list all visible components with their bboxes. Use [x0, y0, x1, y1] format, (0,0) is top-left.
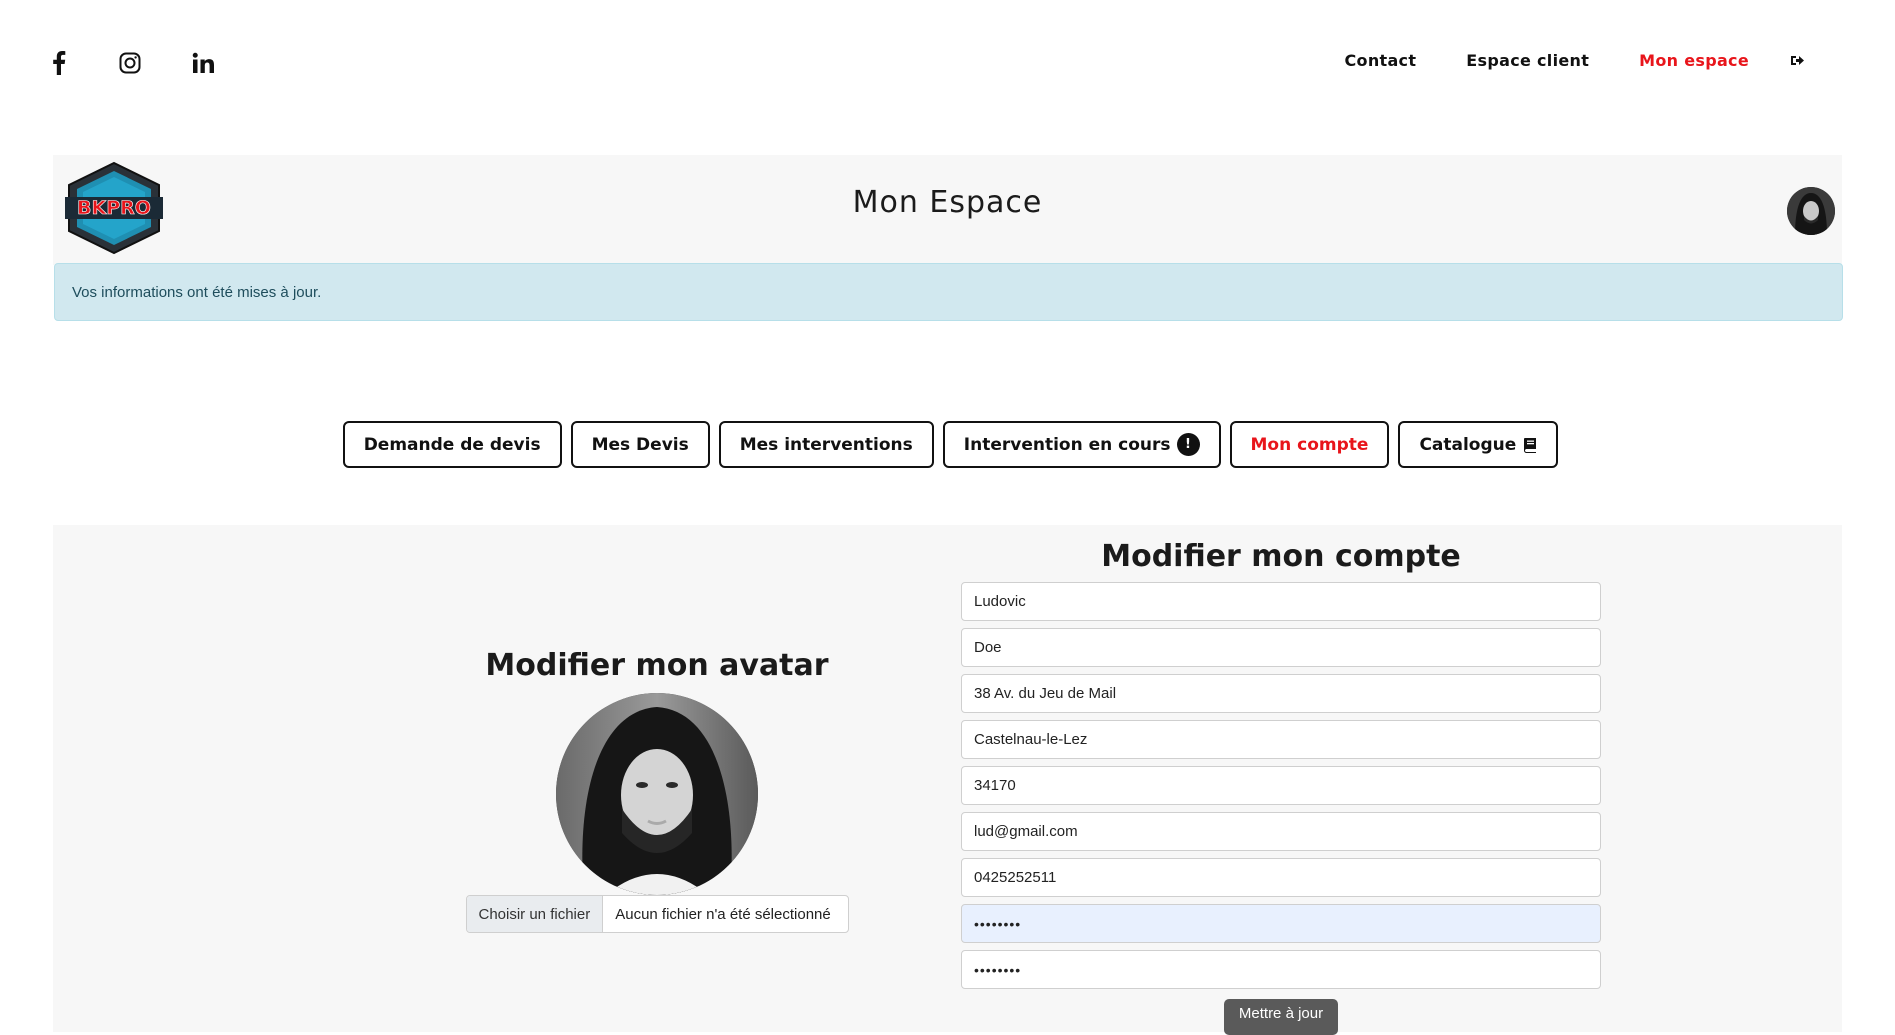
page-title: Mon Espace	[852, 185, 1043, 220]
tab-label: Demande de devis	[363, 434, 541, 455]
tab-mes-devis[interactable]: Mes Devis	[570, 421, 710, 468]
postcode-field[interactable]: 34170	[961, 766, 1601, 805]
email-field[interactable]: lud@gmail.com	[961, 812, 1601, 851]
success-alert: Vos informations ont été mises à jour.	[54, 263, 1843, 321]
account-form: Modifier mon compte Ludovic Doe 38 Av. d…	[961, 539, 1601, 1035]
phone-field[interactable]: 0425252511	[961, 858, 1601, 897]
lastname-field[interactable]: Doe	[961, 628, 1601, 667]
alert-badge: !	[1176, 433, 1200, 456]
tab-label: Mon compte	[1250, 434, 1369, 455]
top-bar: Contact Espace client Mon espace	[0, 0, 1895, 118]
logout-icon[interactable]	[1789, 52, 1805, 68]
tab-intervention-en-cours[interactable]: Intervention en cours !	[942, 421, 1221, 468]
address-field[interactable]: 38 Av. du Jeu de Mail	[961, 674, 1601, 713]
password-field[interactable]: ••••••••	[961, 904, 1601, 943]
tab-mon-compte[interactable]: Mon compte	[1229, 421, 1390, 468]
password-confirm-field[interactable]: ••••••••	[961, 950, 1601, 989]
tab-label: Catalogue	[1419, 434, 1517, 455]
tab-label: Mes interventions	[739, 434, 913, 455]
header-panel: BKPRO Mon Espace	[53, 155, 1842, 265]
tab-mes-interventions[interactable]: Mes interventions	[718, 421, 934, 468]
city-field[interactable]: Castelnau-le-Lez	[961, 720, 1601, 759]
avatar-file-input[interactable]: Choisir un fichier Aucun fichier n'a été…	[465, 895, 849, 933]
nav-mon-espace[interactable]: Mon espace	[1639, 51, 1749, 70]
update-button[interactable]: Mettre à jour	[1224, 999, 1338, 1035]
instagram-icon[interactable]	[113, 46, 147, 80]
tab-demande-de-devis[interactable]: Demande de devis	[342, 421, 562, 468]
account-section-title: Modifier mon compte	[1101, 539, 1461, 574]
tab-catalogue[interactable]: Catalogue	[1398, 421, 1559, 468]
account-tabs: Demande de devis Mes Devis Mes intervent…	[0, 421, 1895, 468]
avatar-section: Modifier mon avatar Choisir un fichier A…	[407, 648, 907, 933]
main-panel: Modifier mon avatar Choisir un fichier A…	[53, 525, 1842, 1035]
user-avatar[interactable]	[1787, 187, 1835, 235]
choose-file-button[interactable]: Choisir un fichier	[466, 896, 604, 932]
nav-espace-client[interactable]: Espace client	[1466, 51, 1589, 70]
book-icon	[1522, 437, 1537, 453]
linkedin-icon[interactable]	[186, 46, 220, 80]
avatar-section-title: Modifier mon avatar	[485, 648, 829, 683]
tab-label: Intervention en cours	[963, 434, 1171, 455]
facebook-icon[interactable]	[42, 46, 76, 80]
tab-label: Mes Devis	[591, 434, 689, 455]
main-nav: Contact Espace client Mon espace	[1294, 46, 1805, 74]
firstname-field[interactable]: Ludovic	[961, 582, 1601, 621]
avatar-image	[556, 693, 758, 895]
file-status-text: Aucun fichier n'a été sélectionné	[615, 905, 831, 923]
nav-contact[interactable]: Contact	[1344, 51, 1416, 70]
